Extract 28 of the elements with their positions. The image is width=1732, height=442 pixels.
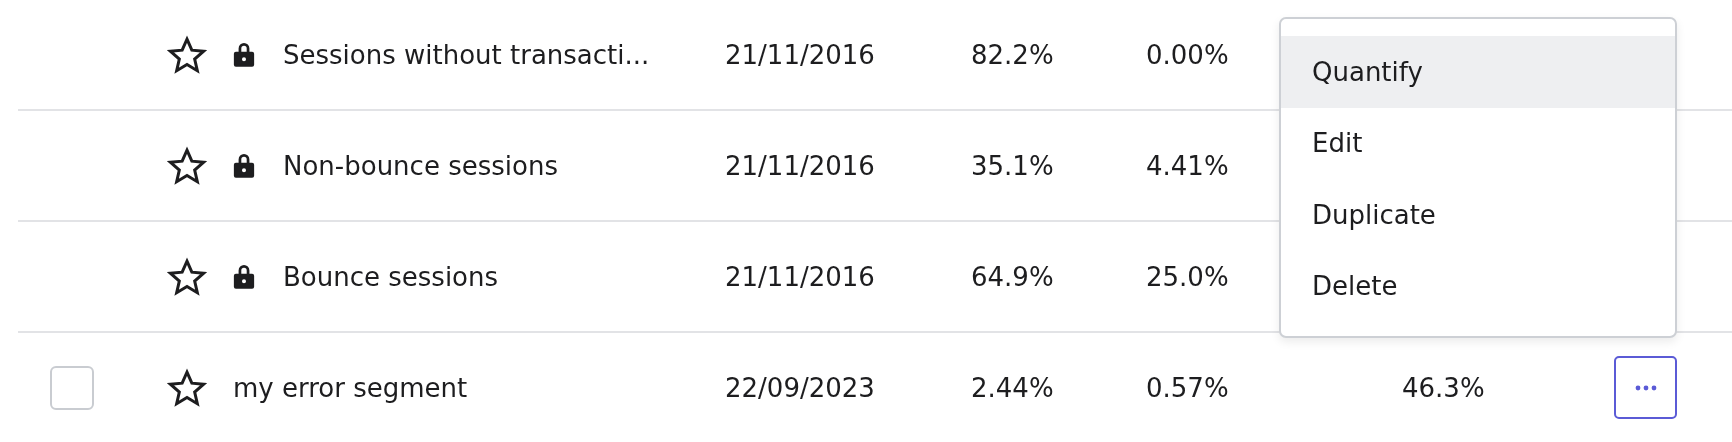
- date-cell: 21/11/2016: [725, 150, 875, 181]
- menu-item[interactable]: Delete: [1281, 250, 1675, 322]
- percentage-cell: 4.41%: [1146, 150, 1229, 181]
- percentage-cell: 64.9%: [971, 261, 1054, 292]
- star-icon[interactable]: [167, 34, 207, 75]
- percentage-cell: 2.44%: [971, 372, 1054, 403]
- star-icon[interactable]: [167, 256, 207, 297]
- segment-name[interactable]: Sessions without transacti...: [283, 39, 650, 70]
- percentage-cell: 35.1%: [971, 150, 1054, 181]
- segment-name[interactable]: Bounce sessions: [283, 261, 499, 292]
- more-icon: [1634, 384, 1657, 391]
- percentage-cell: 25.0%: [1146, 261, 1229, 292]
- percentage-cell: 82.2%: [971, 39, 1054, 70]
- menu-item[interactable]: Quantify: [1281, 36, 1675, 108]
- more-button[interactable]: [1614, 356, 1677, 419]
- segment-name[interactable]: my error segment: [233, 372, 468, 403]
- percentage-cell: 0.00%: [1146, 39, 1229, 70]
- percentage-cell: 0.57%: [1146, 372, 1229, 403]
- row-checkbox[interactable]: [50, 365, 94, 410]
- date-cell: 21/11/2016: [725, 39, 875, 70]
- menu-item[interactable]: Edit: [1281, 107, 1675, 179]
- date-cell: 21/11/2016: [725, 261, 875, 292]
- star-icon[interactable]: [167, 367, 207, 408]
- menu-item[interactable]: Duplicate: [1281, 179, 1675, 251]
- segment-name[interactable]: Non-bounce sessions: [283, 150, 558, 181]
- star-icon[interactable]: [167, 145, 207, 186]
- date-cell: 22/09/2023: [725, 372, 875, 403]
- percentage-cell: 46.3%: [1402, 372, 1485, 403]
